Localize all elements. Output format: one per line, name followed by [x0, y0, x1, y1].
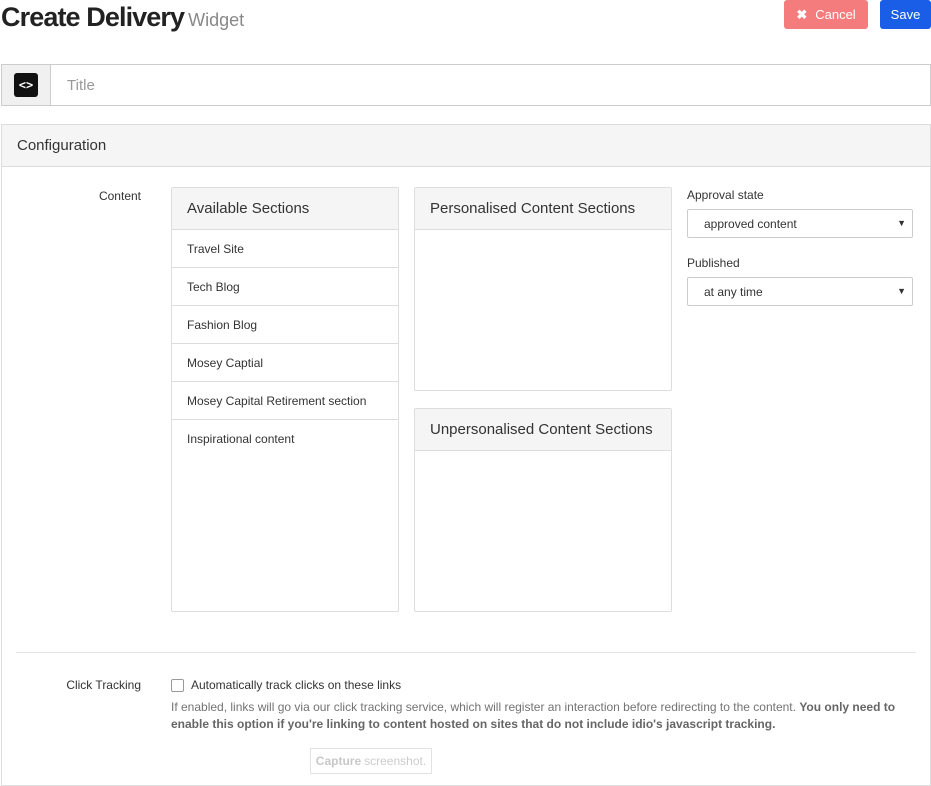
published-value: at any time: [704, 284, 763, 299]
published-label: Published: [687, 256, 740, 270]
unpersonalised-sections-heading: Unpersonalised Content Sections: [415, 409, 671, 451]
embed-code-button[interactable]: <>: [2, 65, 51, 105]
configuration-heading: Configuration: [2, 125, 930, 167]
approval-state-value: approved content: [704, 216, 797, 231]
click-tracking-label: Click Tracking: [66, 678, 141, 692]
approval-state-select[interactable]: approved content ▼: [687, 209, 913, 238]
section-item[interactable]: Travel Site: [172, 230, 398, 268]
section-item[interactable]: Fashion Blog: [172, 306, 398, 344]
page-title-text: Create Delivery: [1, 2, 185, 32]
cancel-label: Cancel: [815, 7, 856, 22]
click-tracking-checkbox-label[interactable]: Automatically track clicks on these link…: [191, 678, 401, 692]
title-input[interactable]: [52, 65, 931, 105]
divider: [16, 652, 916, 653]
click-tracking-help: If enabled, links will go via our click …: [171, 699, 911, 733]
personalised-sections-box[interactable]: Personalised Content Sections: [414, 187, 672, 391]
available-sections-box: Available Sections Travel Site Tech Blog…: [171, 187, 399, 612]
capture-text: screenshot.: [364, 754, 427, 768]
section-item[interactable]: Mosey Capital Retirement section: [172, 382, 398, 420]
caret-down-icon: ▼: [897, 286, 906, 296]
page-title: Create Delivery Widget: [1, 2, 244, 33]
available-sections-heading: Available Sections: [172, 188, 398, 230]
section-item[interactable]: Tech Blog: [172, 268, 398, 306]
save-button[interactable]: Save: [880, 0, 931, 29]
unpersonalised-sections-box[interactable]: Unpersonalised Content Sections: [414, 408, 672, 612]
section-item[interactable]: Inspirational content: [172, 420, 398, 457]
title-row: <>: [1, 64, 931, 106]
cancel-button[interactable]: ✖ Cancel: [784, 0, 868, 29]
page-subtitle: Widget: [188, 10, 245, 30]
x-icon: ✖: [796, 6, 808, 22]
approval-state-label: Approval state: [687, 188, 764, 202]
published-select[interactable]: at any time ▼: [687, 277, 913, 306]
caret-down-icon: ▼: [897, 218, 906, 228]
capture-screenshot-button[interactable]: Capture screenshot.: [310, 748, 432, 774]
code-brackets-icon: <>: [14, 73, 38, 97]
help-text: If enabled, links will go via our click …: [171, 700, 796, 714]
capture-bold: Capture: [315, 754, 362, 768]
click-tracking-checkbox[interactable]: [171, 679, 184, 692]
content-label: Content: [98, 189, 141, 203]
personalised-sections-heading: Personalised Content Sections: [415, 188, 671, 230]
section-item[interactable]: Mosey Captial: [172, 344, 398, 382]
